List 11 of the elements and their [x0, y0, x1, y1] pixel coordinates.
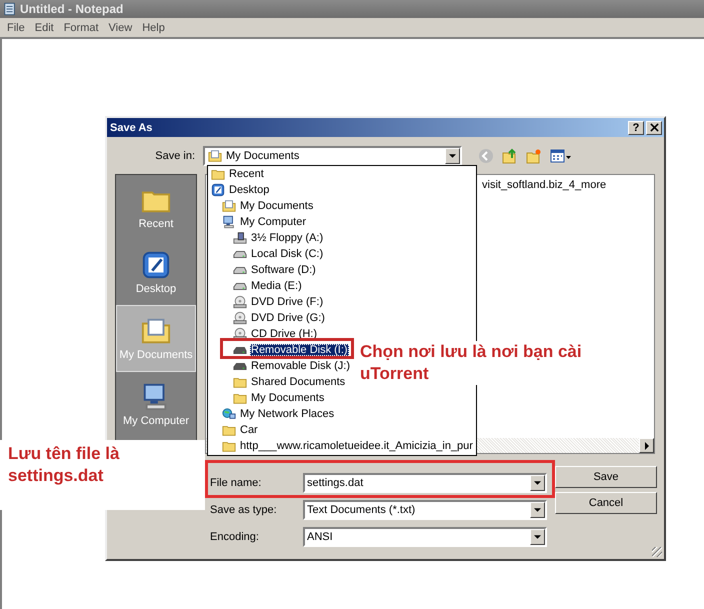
- window-title: Untitled - Notepad: [20, 2, 124, 16]
- dialog-title: Save As: [110, 122, 154, 134]
- field-label: Encoding:: [210, 531, 260, 543]
- field-label: File name:: [210, 477, 262, 489]
- field-label: Save as type:: [210, 504, 278, 516]
- places-label: My Documents: [119, 349, 193, 361]
- places-label: My Computer: [122, 415, 190, 427]
- annotation-text: Lưu tên file là settings.dat: [7, 443, 120, 487]
- places-label: Desktop: [136, 283, 176, 295]
- field-label: Save in:: [154, 150, 196, 162]
- places-label: Recent: [138, 218, 174, 230]
